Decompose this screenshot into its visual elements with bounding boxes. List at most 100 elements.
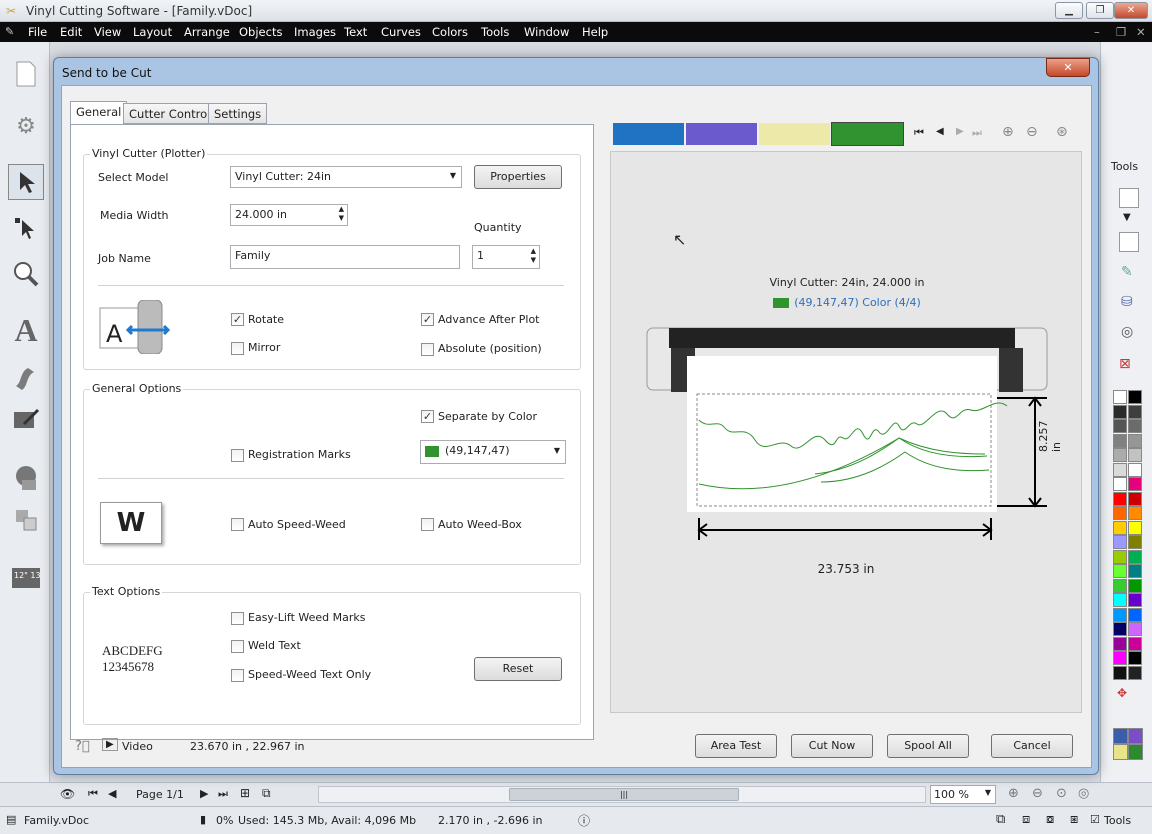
color-select[interactable]: (49,147,47) ▼ <box>420 440 566 464</box>
palette-options-icon[interactable]: ✥ <box>1117 686 1127 700</box>
palette-swatch[interactable] <box>1128 665 1142 680</box>
palette-swatch[interactable] <box>1113 651 1127 665</box>
settings-gear-icon[interactable]: ⚙ <box>8 108 44 144</box>
combine-icon[interactable]: ⧆ <box>1070 812 1078 827</box>
palette-swatch[interactable] <box>1113 665 1127 680</box>
menu-images[interactable]: Images <box>294 25 336 39</box>
properties-button[interactable]: Properties <box>474 165 562 189</box>
cut-now-button[interactable]: Cut Now <box>791 734 873 758</box>
weld-tool-icon[interactable] <box>8 502 44 538</box>
arrow-down-icon[interactable]: ▼ <box>1123 212 1131 223</box>
globe-icon[interactable]: ◎ <box>1121 324 1133 340</box>
ungroup-icon[interactable]: ⧇ <box>1046 812 1054 827</box>
palette-swatch[interactable] <box>1113 477 1127 491</box>
menu-layout[interactable]: Layout <box>133 25 172 39</box>
palette-swatch[interactable] <box>1113 578 1127 593</box>
prev-color-icon[interactable]: ◀ <box>936 126 944 137</box>
video-label[interactable]: Video <box>122 740 153 753</box>
tab-cutter-control[interactable]: Cutter Control <box>123 103 217 124</box>
palette-swatch[interactable] <box>1128 636 1142 651</box>
palette-swatch[interactable] <box>1113 520 1127 535</box>
spinner-icon[interactable]: ▲ ▼ <box>339 205 344 223</box>
absolute-position-checkbox[interactable] <box>421 343 434 356</box>
color-layer-2[interactable] <box>686 123 757 145</box>
advance-after-plot-checkbox[interactable]: ✓ <box>421 313 434 326</box>
palette-swatch[interactable] <box>1113 564 1127 578</box>
new-document-icon[interactable] <box>8 56 44 92</box>
palette-swatch[interactable] <box>1113 549 1127 564</box>
menu-file[interactable]: File <box>28 25 47 39</box>
tab-settings[interactable]: Settings <box>208 103 268 124</box>
eyedropper-icon[interactable]: ✎ <box>1121 264 1133 280</box>
current-color-swatch[interactable] <box>1113 744 1128 760</box>
fill-bucket-icon[interactable]: ⛁ <box>1121 294 1133 310</box>
weld-text-checkbox[interactable] <box>231 640 244 653</box>
prev-page-icon[interactable]: ◀ <box>108 787 116 800</box>
tab-general[interactable]: General <box>70 101 128 125</box>
rotate-checkbox[interactable]: ✓ <box>231 313 244 326</box>
palette-swatch[interactable] <box>1113 506 1127 520</box>
zoom-out-icon[interactable]: ⊖ <box>1032 786 1043 801</box>
palette-swatch[interactable] <box>1128 622 1142 636</box>
palette-swatch[interactable] <box>1113 462 1127 477</box>
palette-swatch[interactable] <box>1128 419 1142 433</box>
menu-help[interactable]: Help <box>582 25 608 39</box>
palette-swatch[interactable] <box>1113 491 1127 506</box>
node-edit-tool-icon[interactable] <box>8 210 44 246</box>
palette-swatch[interactable] <box>1128 404 1142 419</box>
brush-tool-icon[interactable] <box>8 402 44 438</box>
info-icon[interactable]: ⓘ <box>578 812 590 829</box>
auto-weed-box-checkbox[interactable] <box>421 518 434 531</box>
zoom-out-icon[interactable]: ⊖ <box>1026 124 1038 140</box>
horizontal-scrollbar[interactable]: ||| <box>318 786 926 803</box>
scroll-thumb[interactable]: ||| <box>509 788 739 801</box>
eye-icon[interactable]: 👁 <box>60 787 75 801</box>
dialog-close-button[interactable]: ✕ <box>1046 58 1090 77</box>
ruler-tool-icon[interactable]: 12" 13 <box>8 560 44 596</box>
easy-lift-checkbox[interactable] <box>231 612 244 625</box>
menu-window[interactable]: Window <box>524 25 569 39</box>
palette-swatch[interactable] <box>1128 578 1142 593</box>
spinner-icon[interactable]: ▲ ▼ <box>531 247 536 265</box>
menu-curves[interactable]: Curves <box>381 25 421 39</box>
registration-marks-checkbox[interactable] <box>231 449 244 462</box>
color-layer-4[interactable] <box>831 122 904 146</box>
palette-swatch[interactable] <box>1113 607 1127 622</box>
palette-swatch[interactable] <box>1128 520 1142 535</box>
next-color-icon[interactable]: ▶ <box>956 126 964 137</box>
palette-swatch[interactable] <box>1113 419 1127 433</box>
panel-box2-icon[interactable] <box>1119 232 1139 252</box>
palette-swatch[interactable] <box>1128 607 1142 622</box>
zoom-tool-icon[interactable] <box>8 256 44 292</box>
palette-swatch[interactable] <box>1128 651 1142 665</box>
color-layer-3[interactable] <box>759 123 830 145</box>
tools-checkbox[interactable]: ☑ <box>1090 813 1100 826</box>
speed-weed-text-checkbox[interactable] <box>231 669 244 682</box>
palette-swatch[interactable] <box>1113 636 1127 651</box>
no-fill-icon[interactable]: ⊠ <box>1119 356 1131 372</box>
last-page-icon[interactable]: ⏭ <box>218 787 228 801</box>
auto-speed-weed-checkbox[interactable] <box>231 518 244 531</box>
pen-tool-icon[interactable] <box>8 358 44 394</box>
palette-swatch[interactable] <box>1113 448 1127 462</box>
palette-swatch[interactable] <box>1113 433 1127 448</box>
last-color-icon[interactable]: ⏭ <box>972 126 982 140</box>
model-select[interactable]: Vinyl Cutter: 24in ▼ <box>230 166 462 188</box>
palette-swatch[interactable] <box>1113 390 1127 404</box>
menu-arrange[interactable]: Arrange <box>184 25 230 39</box>
shape-tool-icon[interactable] <box>8 460 44 496</box>
palette-swatch[interactable] <box>1113 593 1127 607</box>
panel-box-icon[interactable] <box>1119 188 1139 208</box>
zoom-page-icon[interactable]: ◎ <box>1078 786 1089 801</box>
palette-swatch[interactable] <box>1113 622 1127 636</box>
palette-swatch[interactable] <box>1128 535 1142 549</box>
palette-swatch[interactable] <box>1128 564 1142 578</box>
current-color-swatch[interactable] <box>1128 744 1143 760</box>
add-page-icon[interactable]: ⊞ <box>240 786 250 800</box>
menu-text[interactable]: Text <box>344 25 367 39</box>
fit-view-icon[interactable]: ⊛ <box>1056 124 1068 140</box>
mdi-close-icon[interactable]: ✕ <box>1136 25 1146 39</box>
help-icon[interactable]: ?⃝ <box>75 739 90 754</box>
palette-swatch[interactable] <box>1128 491 1142 506</box>
palette-swatch[interactable] <box>1128 477 1142 491</box>
